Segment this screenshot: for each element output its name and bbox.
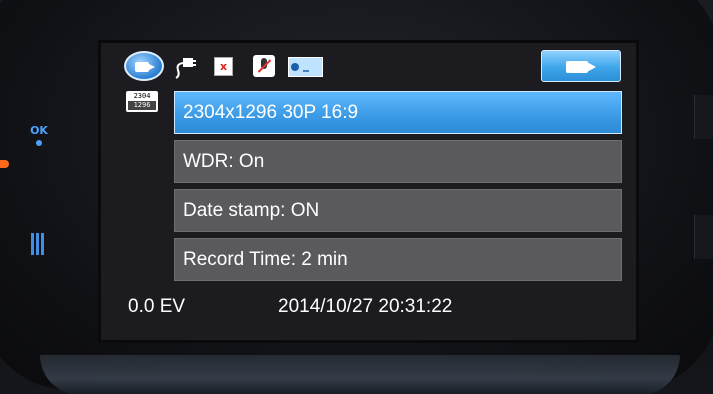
date-time: 2014/10/27 20:31:22 (278, 296, 453, 317)
device-rim (40, 355, 680, 394)
ok-button[interactable]: OK (28, 124, 50, 137)
menu-button-icon[interactable] (31, 233, 45, 255)
menu-item-date-stamp[interactable]: Date stamp: ON (174, 189, 622, 232)
camcorder-icon (541, 50, 621, 82)
right-side-button-bottom[interactable] (694, 215, 713, 259)
status-led (0, 160, 9, 168)
video-mode-icon (124, 51, 164, 81)
menu-item-resolution[interactable]: 2304x1296 30P 16:9 (174, 91, 622, 134)
resolution-badge-bottom: 1296 (128, 101, 156, 110)
status-bar: 0.0 EV 2014/10/27 20:31:22 (128, 296, 608, 322)
resolution-badge: 2304 1296 (126, 91, 158, 112)
dashcam-photo: OK x 2304 1296 2304x1296 30P 16:9 WDR: O… (0, 0, 713, 394)
menu-item-wdr[interactable]: WDR: On (174, 140, 622, 183)
ok-button-dot-icon (36, 140, 42, 146)
resolution-badge-top: 2304 (133, 92, 151, 100)
sd-card-icon: x (214, 57, 233, 76)
mic-muted-icon (253, 55, 275, 77)
menu-item-record-time[interactable]: Record Time: 2 min (174, 238, 622, 281)
motion-detect-icon (288, 57, 323, 77)
exposure-value: 0.0 EV (128, 296, 186, 317)
lcd-screen: x 2304 1296 2304x1296 30P 16:9 WDR: On D… (101, 43, 636, 340)
settings-menu: 2304x1296 30P 16:9 WDR: On Date stamp: O… (174, 91, 622, 287)
right-side-button-top[interactable] (694, 95, 713, 139)
plug-icon (175, 58, 196, 79)
